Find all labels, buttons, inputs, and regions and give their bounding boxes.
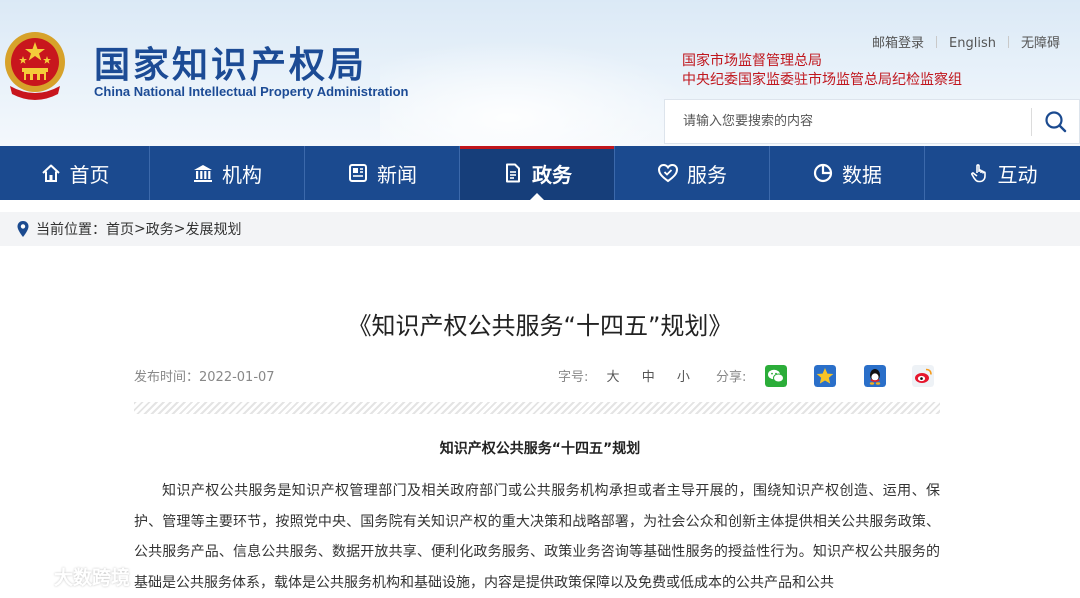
breadcrumb-separator: > xyxy=(173,221,186,237)
watermark: 大数跨境 xyxy=(8,562,130,590)
newspaper-icon xyxy=(349,164,367,182)
document-icon xyxy=(506,163,520,183)
nav-item-interaction[interactable]: 互动 xyxy=(925,146,1080,200)
divider-stripe xyxy=(134,402,940,414)
article-subtitle: 知识产权公共服务“十四五”规划 xyxy=(439,441,641,457)
breadcrumb-separator: > xyxy=(134,221,146,237)
nav-item-label: 机构 xyxy=(222,162,262,187)
wechat-icon[interactable] xyxy=(765,365,787,387)
nav-item-label: 新闻 xyxy=(377,162,417,187)
search-box xyxy=(664,99,1080,144)
heart-check-icon xyxy=(657,163,679,183)
breadcrumb-development-planning[interactable]: 发展规划 xyxy=(185,219,241,239)
english-link[interactable]: English xyxy=(949,36,996,51)
nav-item-data[interactable]: 数据 xyxy=(770,146,925,200)
nav-item-label: 首页 xyxy=(69,162,110,187)
font-size-controls: 字号: 大 中 小 xyxy=(558,366,702,385)
article-paragraph: 知识产权公共服务是知识产权管理部门及相关政府部门或公共服务机构承担或者主导开展的… xyxy=(134,483,940,591)
samr-link[interactable]: 国家市场监督管理总局 xyxy=(682,52,962,71)
font-size-medium[interactable]: 中 xyxy=(642,370,655,385)
publish-info: 发布时间：2022-01-07 xyxy=(134,366,275,385)
nav-item-home[interactable]: 首页 xyxy=(0,146,150,200)
site-header: 国家知识产权局 China National Intellectual Prop… xyxy=(0,0,1080,146)
breadcrumb: 当前位置： 首页 > 政务 > 发展规划 xyxy=(0,212,1080,246)
font-size-large[interactable]: 大 xyxy=(607,370,620,385)
affiliate-links: 国家市场监督管理总局 中央纪委国家监委驻市场监管总局纪检监察组 xyxy=(682,52,962,90)
share-label: 分享: xyxy=(716,370,747,385)
font-size-small[interactable]: 小 xyxy=(677,370,690,385)
mail-login-link[interactable]: 邮箱登录 xyxy=(872,32,924,51)
building-icon xyxy=(194,165,212,182)
search-icon[interactable] xyxy=(1041,108,1071,136)
watermark-text: 大数跨境 xyxy=(54,566,131,589)
breadcrumb-home[interactable]: 首页 xyxy=(106,219,134,239)
discipline-group-link[interactable]: 中央纪委国家监委驻市场监管总局纪检监察组 xyxy=(682,71,962,90)
nav-item-services[interactable]: 服务 xyxy=(615,146,770,200)
hand-pointer-icon xyxy=(970,164,986,183)
qq-icon[interactable] xyxy=(864,365,886,387)
watermark-logo-icon xyxy=(8,566,47,587)
nav-item-label: 政务 xyxy=(532,162,572,187)
main-nav: 首页 机构 新闻 政务 服务 数据 互动 xyxy=(0,146,1080,201)
publish-label: 发布时间： xyxy=(134,370,200,385)
site-logo-title[interactable]: 国家知识产权局 xyxy=(94,36,367,88)
nav-item-news[interactable]: 新闻 xyxy=(305,146,460,200)
national-emblem-icon xyxy=(5,32,65,100)
weibo-icon[interactable] xyxy=(912,365,934,387)
breadcrumb-government-affairs[interactable]: 政务 xyxy=(146,219,174,239)
top-links: 邮箱登录 English 无障碍 xyxy=(872,32,1060,51)
location-pin-icon xyxy=(17,221,29,237)
article-title: 《知识产权公共服务“十四五”规划》 xyxy=(347,312,733,340)
search-input[interactable] xyxy=(665,100,1031,143)
nav-item-label: 服务 xyxy=(687,162,727,187)
nav-item-label: 互动 xyxy=(997,162,1038,187)
font-size-label: 字号: xyxy=(558,370,589,385)
qzone-icon[interactable] xyxy=(814,365,836,387)
breadcrumb-prefix: 当前位置： xyxy=(36,222,106,238)
accessibility-link[interactable]: 无障碍 xyxy=(1021,32,1060,51)
publish-date: 2022-01-07 xyxy=(199,370,275,385)
nav-item-government-affairs[interactable]: 政务 xyxy=(460,146,615,201)
nav-item-label: 数据 xyxy=(842,162,882,187)
pie-chart-icon xyxy=(813,163,833,183)
nav-item-organization[interactable]: 机构 xyxy=(150,146,305,200)
site-logo-subtitle: China National Intellectual Property Adm… xyxy=(94,84,409,99)
home-icon xyxy=(41,164,60,182)
